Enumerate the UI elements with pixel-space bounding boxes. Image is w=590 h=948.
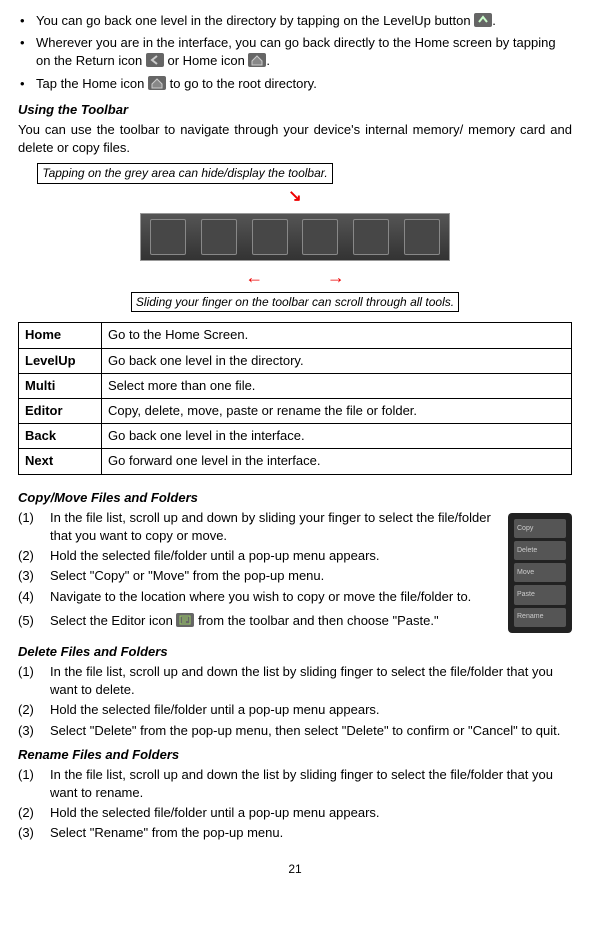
list-item: (1) In the file list, scroll up and down … — [18, 509, 572, 545]
table-cell-desc: Copy, delete, move, paste or rename the … — [102, 399, 572, 424]
step-text: In the file list, scroll up and down the… — [50, 767, 553, 800]
table-cell-name: LevelUp — [19, 348, 102, 373]
rename-heading: Rename Files and Folders — [18, 746, 572, 764]
step-number: (3) — [18, 567, 34, 585]
bullet-3-text-post: to go to the root directory. — [170, 76, 317, 91]
tool-multi — [252, 219, 288, 255]
table-row: NextGo forward one level in the interfac… — [19, 449, 572, 474]
list-item: (1) In the file list, scroll up and down … — [18, 766, 572, 802]
step-text: In the file list, scroll up and down the… — [50, 664, 553, 697]
table-cell-desc: Select more than one file. — [102, 373, 572, 398]
table-cell-desc: Go to the Home Screen. — [102, 323, 572, 348]
step-text: Hold the selected file/folder until a po… — [50, 805, 380, 820]
delete-steps: (1) In the file list, scroll up and down … — [18, 663, 572, 740]
toolbar-figure — [140, 213, 450, 261]
bullet-3-text-pre: Tap the Home icon — [36, 76, 148, 91]
table-row: BackGo back one level in the interface. — [19, 424, 572, 449]
bullet-1: You can go back one level in the directo… — [18, 12, 572, 30]
page-number: 21 — [18, 861, 572, 878]
step-text: Select "Copy" or "Move" from the pop-up … — [50, 568, 324, 583]
bullet-2: Wherever you are in the interface, you c… — [18, 34, 572, 70]
list-item: (2) Hold the selected file/folder until a… — [18, 701, 572, 719]
step5-pre: Select the Editor icon — [50, 613, 176, 628]
table-row: EditorCopy, delete, move, paste or renam… — [19, 399, 572, 424]
step-text: Hold the selected file/folder until a po… — [50, 548, 380, 563]
list-item: (1) In the file list, scroll up and down … — [18, 663, 572, 699]
step-text: Select "Delete" from the pop-up menu, th… — [50, 723, 560, 738]
list-item: (4) Navigate to the location where you wi… — [18, 588, 572, 606]
toolbar-image — [140, 213, 450, 261]
step-text: Navigate to the location where you wish … — [50, 589, 471, 604]
levelup-icon — [474, 13, 492, 27]
using-toolbar-heading: Using the Toolbar — [18, 101, 572, 119]
copy-move-heading: Copy/Move Files and Folders — [18, 489, 572, 507]
step-number: (1) — [18, 663, 34, 681]
step-number: (3) — [18, 722, 34, 740]
bullet-1-text-pre: You can go back one level in the directo… — [36, 13, 474, 28]
copy-move-steps: (1) In the file list, scroll up and down … — [18, 509, 572, 606]
step-number: (2) — [18, 701, 34, 719]
step-number: (3) — [18, 824, 34, 842]
table-cell-name: Back — [19, 424, 102, 449]
table-cell-name: Editor — [19, 399, 102, 424]
callout-top: Tapping on the grey area can hide/displa… — [37, 163, 332, 184]
editor-icon — [176, 613, 194, 627]
table-row: LevelUpGo back one level in the director… — [19, 348, 572, 373]
table-cell-desc: Go forward one level in the interface. — [102, 449, 572, 474]
table-cell-desc: Go back one level in the directory. — [102, 348, 572, 373]
table-row: MultiSelect more than one file. — [19, 373, 572, 398]
home-icon-2 — [148, 76, 166, 90]
table-cell-name: Home — [19, 323, 102, 348]
bullet-1-text-post: . — [492, 13, 496, 28]
home-icon — [248, 53, 266, 67]
callout-bottom: Sliding your finger on the toolbar can s… — [131, 292, 459, 313]
tool-next — [404, 219, 440, 255]
tool-back — [353, 219, 389, 255]
step-number: (2) — [18, 547, 34, 565]
list-item: (3) Select "Rename" from the pop-up menu. — [18, 824, 572, 842]
arrow-down-icon: ↘ — [288, 188, 301, 205]
list-item: (2) Hold the selected file/folder until a… — [18, 804, 572, 822]
step-number: (4) — [18, 588, 34, 606]
step-text: In the file list, scroll up and down by … — [50, 510, 491, 543]
return-icon — [146, 53, 164, 67]
step-number: (1) — [18, 766, 34, 784]
list-item: (3) Select "Delete" from the pop-up menu,… — [18, 722, 572, 740]
bullet-2-text-mid: or Home icon — [167, 53, 248, 68]
step-text: Hold the selected file/folder until a po… — [50, 702, 380, 717]
rename-steps: (1) In the file list, scroll up and down … — [18, 766, 572, 843]
tool-levelup — [201, 219, 237, 255]
list-item: (2) Hold the selected file/folder until a… — [18, 547, 572, 565]
step-5: (5) Select the Editor icon from the tool… — [18, 612, 572, 630]
intro-bullets: You can go back one level in the directo… — [18, 12, 572, 93]
bullet-2-text-post: . — [266, 53, 270, 68]
step-number: (1) — [18, 509, 34, 527]
step5-post: from the toolbar and then choose "Paste.… — [198, 613, 439, 628]
copy-move-step-5: (5) Select the Editor icon from the tool… — [18, 612, 572, 630]
bullet-3: Tap the Home icon to go to the root dire… — [18, 75, 572, 93]
arrow-left-icon: ← — [245, 267, 263, 287]
arrow-right-icon: → — [327, 267, 345, 287]
table-cell-name: Next — [19, 449, 102, 474]
table-row: HomeGo to the Home Screen. — [19, 323, 572, 348]
tool-editor — [302, 219, 338, 255]
list-item: (3) Select "Copy" or "Move" from the pop-… — [18, 567, 572, 585]
toolbar-table: HomeGo to the Home Screen.LevelUpGo back… — [18, 322, 572, 474]
tool-home — [150, 219, 186, 255]
table-cell-desc: Go back one level in the interface. — [102, 424, 572, 449]
using-toolbar-para: You can use the toolbar to navigate thro… — [18, 121, 572, 157]
delete-heading: Delete Files and Folders — [18, 643, 572, 661]
bullet-2-text-pre: Wherever you are in the interface, you c… — [36, 35, 556, 68]
table-cell-name: Multi — [19, 373, 102, 398]
step-text: Select "Rename" from the pop-up menu. — [50, 825, 283, 840]
step-number: (2) — [18, 804, 34, 822]
